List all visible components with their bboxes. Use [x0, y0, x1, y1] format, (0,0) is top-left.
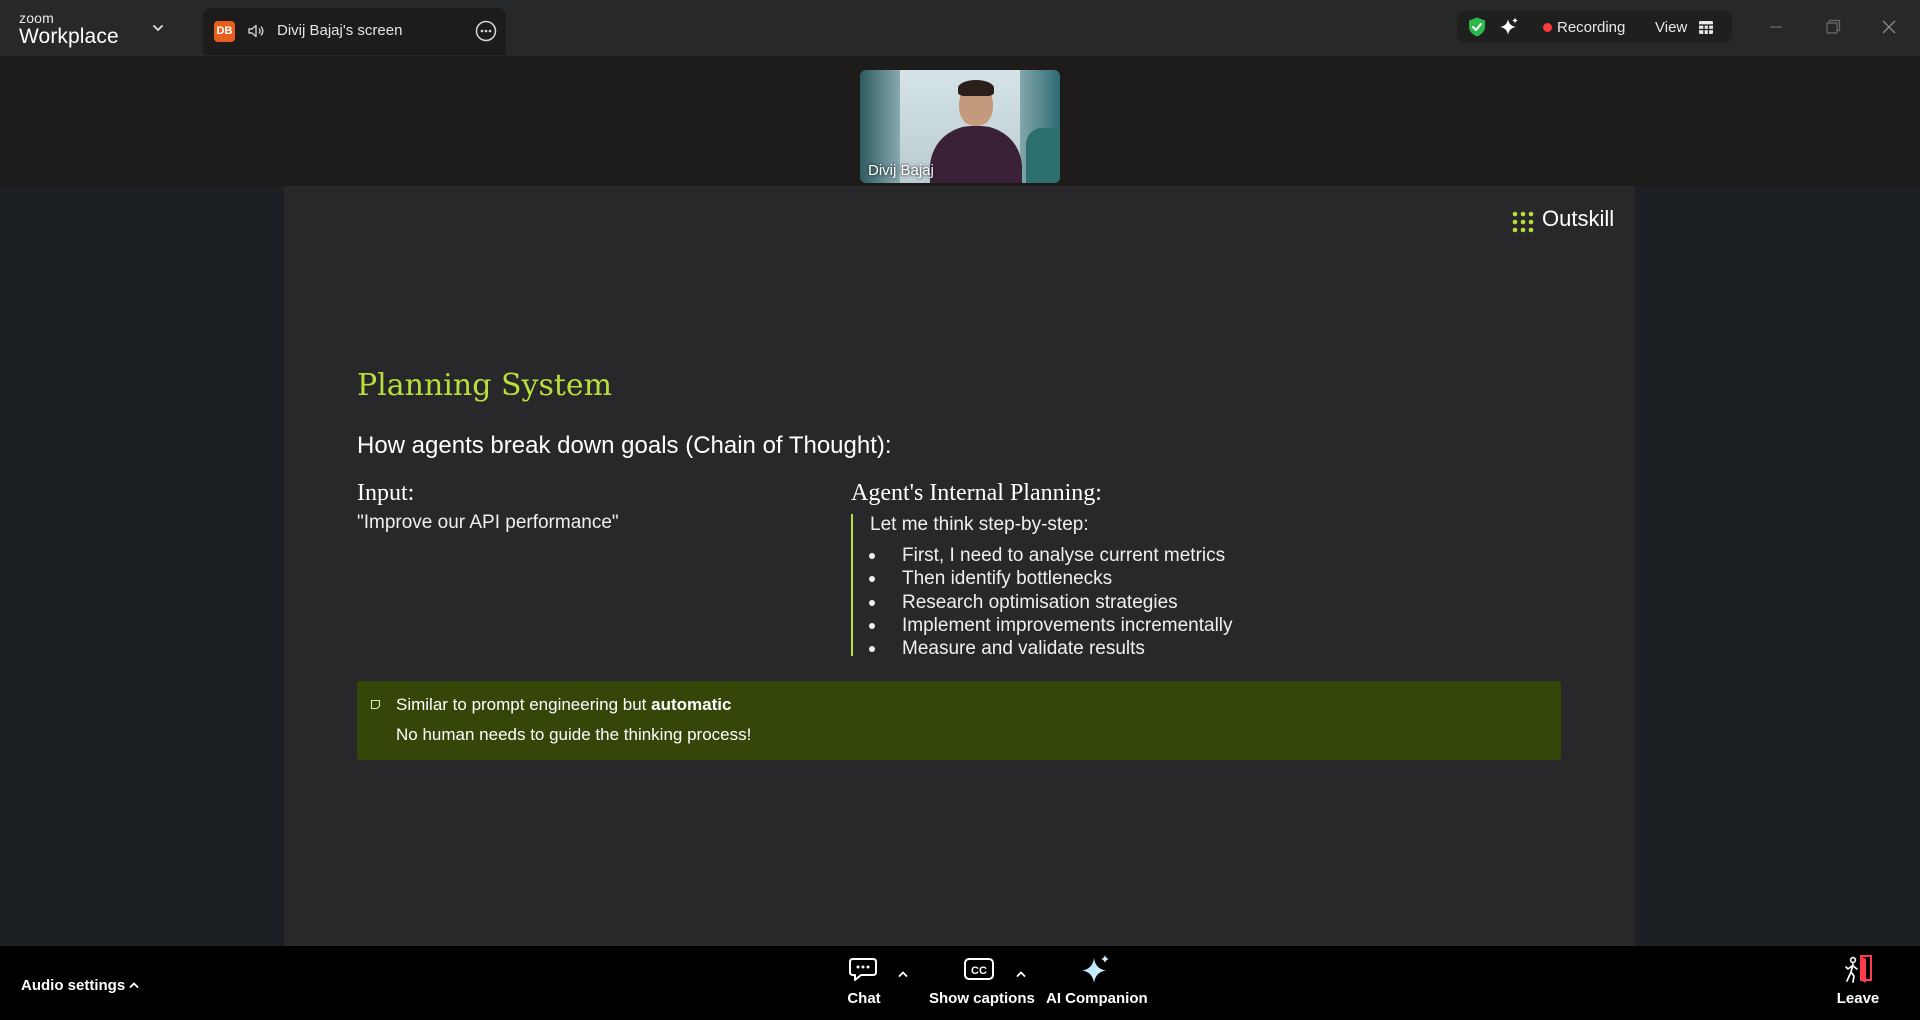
close-icon[interactable]: [1876, 14, 1902, 40]
captions-label: Show captions: [929, 990, 1035, 1007]
ai-companion-icon: [1082, 955, 1109, 983]
list-item: Implement improvements incrementally: [853, 615, 1233, 638]
step-text: First, I need to analyse current metrics: [902, 545, 1226, 566]
audio-settings-button[interactable]: Audio settings: [21, 977, 125, 994]
tab-title: Divij Bajaj's screen: [277, 22, 403, 39]
outskill-brand: Outskill: [1542, 206, 1615, 231]
restore-icon[interactable]: [1820, 14, 1846, 40]
zoom-logo: zoom Workplace: [19, 11, 119, 47]
chat-icon: [849, 958, 877, 981]
more-options-icon[interactable]: [475, 20, 497, 42]
captions-button[interactable]: CC Show captions: [929, 954, 1035, 1007]
step-text: Measure and validate results: [902, 638, 1145, 660]
callout-line-2: No human needs to guide the thinking pro…: [396, 725, 752, 744]
grid-view-icon[interactable]: [1698, 20, 1714, 35]
slide-title: Planning System: [357, 368, 613, 403]
view-button[interactable]: View: [1655, 19, 1687, 36]
avatar: DB: [214, 21, 235, 42]
chevron-up-icon[interactable]: [1015, 968, 1027, 980]
brand-big-text: Workplace: [19, 25, 119, 48]
svg-text:CC: CC: [971, 965, 987, 977]
bullet-icon: [869, 622, 875, 629]
title-bar: zoom Workplace DB Divij Bajaj's screen R…: [0, 0, 1920, 56]
brand-small-text: zoom: [19, 10, 55, 26]
participant-name: Divij Bajaj: [868, 162, 934, 179]
chat-button[interactable]: Chat: [842, 954, 886, 1007]
step-text: Implement improvements incrementally: [902, 614, 1233, 636]
input-text: "Improve our API performance": [357, 512, 619, 533]
leave-button[interactable]: Leave: [1833, 954, 1883, 1007]
encryption-shield-icon[interactable]: [1466, 16, 1488, 38]
recording-label[interactable]: Recording: [1557, 19, 1625, 36]
list-item: Measure and validate results: [853, 638, 1233, 661]
ai-companion-button[interactable]: AI Companion: [1046, 954, 1148, 1007]
meeting-status-bar: Recording View: [1457, 11, 1732, 43]
ai-sparkle-icon[interactable]: [1498, 16, 1520, 38]
speaker-icon: [248, 24, 264, 38]
chevron-up-icon[interactable]: [897, 968, 909, 980]
video-person-hair: [958, 80, 994, 96]
callout-bold: automatic: [651, 695, 732, 714]
meeting-controls-bar: Audio settings Chat CC Show captions AI …: [0, 946, 1920, 1020]
bullet-icon: [869, 576, 875, 583]
leave-icon: [1845, 955, 1872, 983]
list-item: Research optimisation strategies: [853, 592, 1233, 615]
outskill-dots-icon: [1512, 211, 1534, 233]
note-icon: [370, 699, 381, 710]
screen-share-tab[interactable]: DB Divij Bajaj's screen: [203, 8, 506, 55]
presentation-slide: Outskill Planning System How agents brea…: [284, 186, 1635, 946]
minimize-icon[interactable]: [1763, 14, 1789, 40]
step-text: Then identify bottlenecks: [902, 568, 1113, 590]
closed-captions-icon: CC: [964, 958, 994, 980]
callout-box: Similar to prompt engineering but automa…: [357, 681, 1561, 760]
planning-block: Let me think step-by-step: First, I need…: [851, 514, 1353, 659]
slide-subtitle: How agents break down goals (Chain of Th…: [357, 432, 892, 459]
chevron-down-icon[interactable]: [150, 20, 166, 36]
planning-heading: Agent's Internal Planning:: [851, 480, 1102, 506]
planning-lead: Let me think step-by-step:: [870, 514, 1089, 535]
bullet-icon: [869, 646, 875, 653]
participant-video-tile[interactable]: Divij Bajaj: [860, 70, 1060, 183]
step-text: Research optimisation strategies: [902, 591, 1178, 613]
planning-steps-list: First, I need to analyse current metrics…: [853, 545, 1233, 661]
input-heading: Input:: [357, 480, 415, 506]
bullet-icon: [869, 599, 875, 606]
list-item: Then identify bottlenecks: [853, 568, 1233, 591]
recording-dot-icon: [1543, 23, 1552, 32]
bullet-icon: [869, 553, 875, 559]
video-plant: [1026, 128, 1060, 183]
chat-label: Chat: [847, 990, 881, 1007]
callout-prefix: Similar to prompt engineering but: [396, 695, 652, 714]
leave-label: Leave: [1836, 990, 1880, 1007]
ai-companion-label: AI Companion: [1046, 990, 1148, 1007]
chevron-up-icon[interactable]: [128, 979, 140, 991]
callout-line-1: Similar to prompt engineering but automa…: [396, 695, 731, 715]
list-item: First, I need to analyse current metrics: [853, 545, 1233, 568]
